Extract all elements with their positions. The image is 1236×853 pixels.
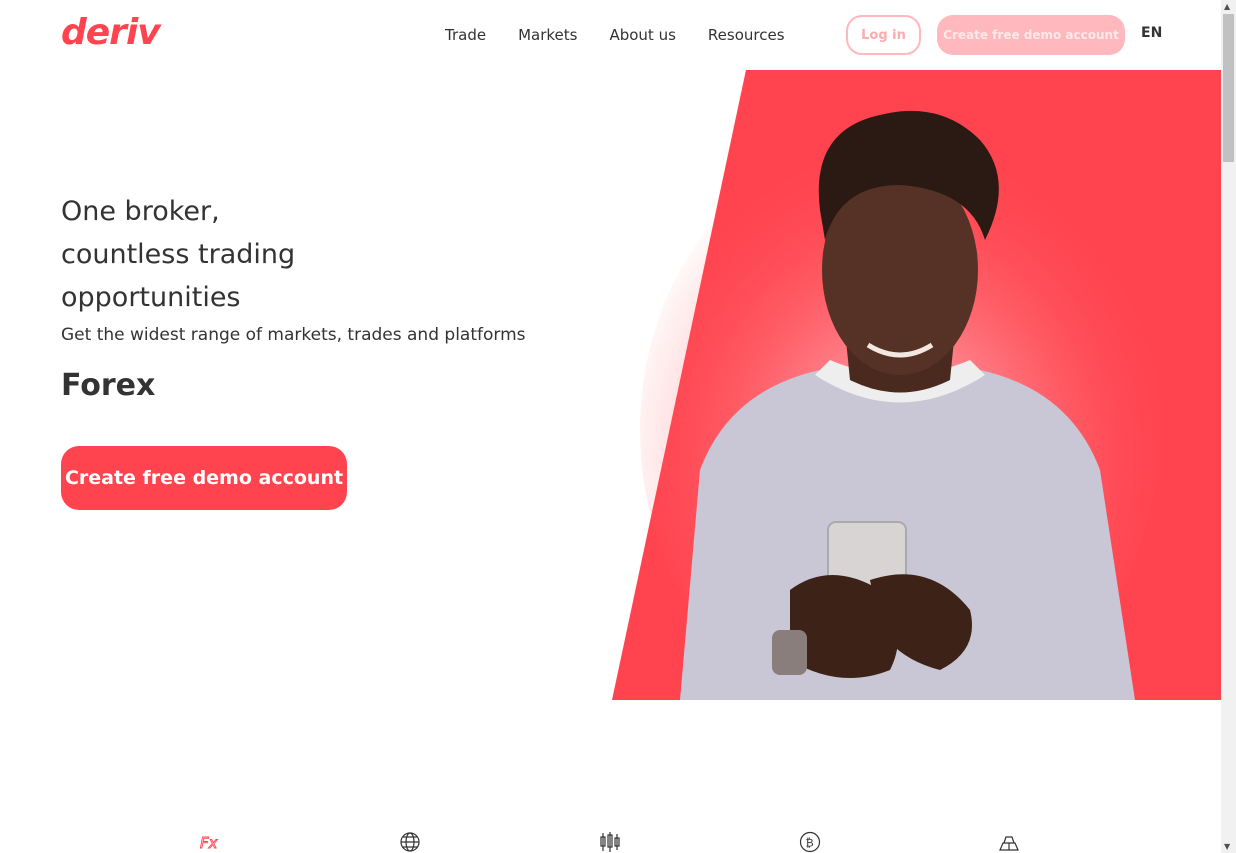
deriv-logo[interactable]: deriv <box>61 12 161 54</box>
language-selector[interactable]: EN <box>1141 25 1162 41</box>
header-create-demo-button[interactable]: Create free demo account <box>937 15 1125 55</box>
scrollbar-thumb[interactable] <box>1223 14 1234 162</box>
globe-icon[interactable] <box>399 831 421 853</box>
commodities-icon[interactable] <box>998 831 1020 853</box>
hero-image <box>640 110 1160 700</box>
scroll-up-arrow-icon[interactable]: ▲ <box>1224 2 1230 11</box>
hero-create-demo-button[interactable]: Create free demo account <box>61 446 347 510</box>
market-icons-row: Fx ₿ <box>0 828 1221 853</box>
headline-line-2: countless trading <box>61 239 296 270</box>
forex-icon[interactable]: Fx <box>199 831 221 853</box>
login-button[interactable]: Log in <box>846 15 921 55</box>
headline-line-3: opportunities <box>61 282 241 313</box>
svg-text:₿: ₿ <box>806 837 814 850</box>
cryptocurrency-icon[interactable]: ₿ <box>799 831 821 853</box>
candlestick-icon[interactable] <box>599 831 621 853</box>
main-nav: Trade Markets About us Resources <box>445 24 785 46</box>
hero-headline: One broker, countless trading opportunit… <box>61 190 295 319</box>
rotating-market-name: Forex <box>61 368 156 403</box>
vertical-scrollbar[interactable]: ▲ ▼ <box>1221 0 1236 853</box>
hero-subtitle: Get the widest range of markets, trades … <box>61 325 526 345</box>
headline-line-1: One broker, <box>61 196 220 227</box>
nav-trade[interactable]: Trade <box>445 24 486 46</box>
nav-resources[interactable]: Resources <box>708 24 785 46</box>
nav-about-us[interactable]: About us <box>609 24 675 46</box>
nav-markets[interactable]: Markets <box>518 24 577 46</box>
scroll-down-arrow-icon[interactable]: ▼ <box>1224 842 1230 851</box>
svg-text:Fx: Fx <box>200 834 218 852</box>
